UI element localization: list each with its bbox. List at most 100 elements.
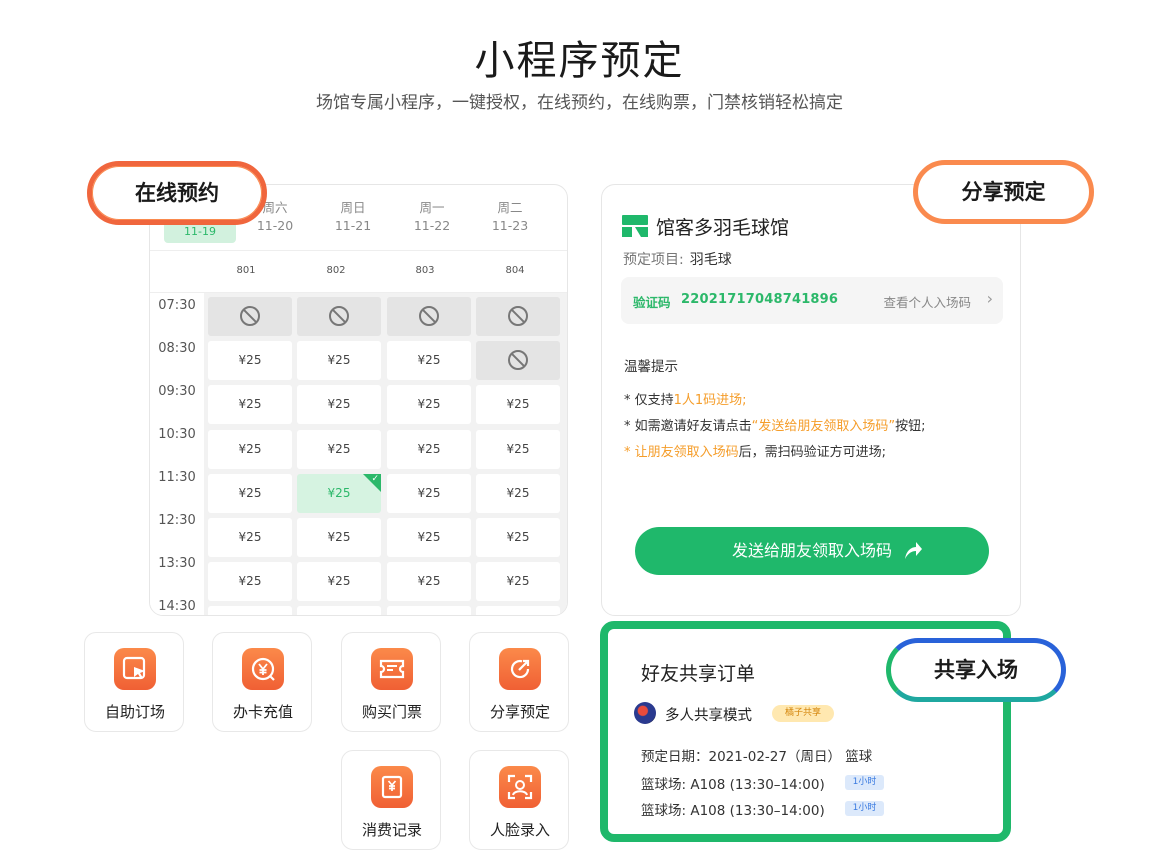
time-label: 10:30 [158, 427, 196, 442]
slot-price: ¥25 [506, 441, 530, 456]
slot-available[interactable]: ¥25 [208, 473, 292, 513]
ban-icon [507, 350, 529, 374]
slot-price: ¥25 [506, 530, 530, 544]
duration-badge: 1小时 [845, 775, 884, 790]
face-scan-icon [499, 766, 541, 808]
slot-price: ¥25 [238, 530, 262, 544]
buy-ticket-tile[interactable]: 购买门票 [341, 632, 441, 732]
slot-unavailable [387, 297, 471, 336]
slot-unavailable [208, 297, 292, 336]
view-entry-code-link[interactable]: 查看个人入场码 [883, 292, 971, 311]
slot-available[interactable]: ¥25 [297, 518, 381, 557]
slot-selected[interactable]: ¥25 ✓ [297, 473, 381, 513]
ban-icon [418, 306, 440, 330]
avatar [634, 702, 656, 724]
time-label: 12:30 [158, 513, 196, 528]
slot-available[interactable]: ¥25 [208, 341, 292, 381]
court-label: 802 [326, 265, 346, 276]
slot-available[interactable]: ¥25 [476, 385, 560, 425]
slot-price: ¥25 [238, 574, 262, 589]
slot-price: ¥25 [506, 574, 530, 589]
tip-item: * 如需邀请好友请点击“发送给朋友领取入场码”按钮; [624, 419, 926, 434]
tip-item: * 让朋友领取入场码后，需扫码验证方可进场; [624, 445, 887, 460]
time-label: 08:30 [158, 341, 196, 356]
project-info: 预定项目: 羽毛球 [623, 252, 732, 268]
slot-price: ¥25 [327, 353, 351, 368]
time-label: 07:30 [158, 298, 196, 313]
order-court-line: 篮球场: A108 (13:30–14:00) [641, 803, 825, 819]
venue-logo-icon [622, 215, 648, 237]
face-entry-tile[interactable]: 人脸录入 [469, 750, 569, 850]
day-tab[interactable]: 周日 11-21 [313, 199, 393, 235]
court-header: 801 802 803 804 [150, 251, 567, 293]
slot-available[interactable]: ¥25 [208, 429, 292, 469]
slot-price: ¥25 [417, 574, 441, 589]
slot-available[interactable]: ¥25 [476, 562, 560, 602]
slot-available[interactable]: ¥25 [297, 341, 381, 381]
slot-available[interactable]: ¥25 [387, 606, 471, 615]
slot-available[interactable]: ¥25 [387, 562, 471, 602]
self-booking-tile[interactable]: 自助订场 [84, 632, 184, 732]
slot-price: ¥25 [238, 353, 262, 368]
slot-available[interactable]: ¥25 [476, 606, 560, 615]
time-label: 09:30 [158, 384, 196, 399]
slot-price: ¥25 [506, 485, 530, 500]
slot-available[interactable]: ¥25 [476, 473, 560, 513]
slot-available[interactable]: ¥25 [297, 429, 381, 469]
tips-title: 温馨提示 [624, 359, 678, 375]
card-recharge-tile[interactable]: 办卡充值 [212, 632, 312, 732]
time-label: 11:30 [158, 470, 196, 485]
slot-unavailable [297, 297, 381, 336]
day-tab[interactable]: 周一 11-22 [392, 199, 472, 235]
slot-price: ¥25 [417, 397, 441, 412]
day-tab[interactable]: 周二 11-23 [470, 199, 550, 235]
code-label: 验证码 [633, 295, 671, 310]
time-label: 13:30 [158, 556, 196, 571]
share-mode-text: 多人共享模式 [665, 708, 752, 724]
slot-price: ¥25 [238, 441, 262, 456]
ban-icon [507, 306, 529, 330]
slot-price: ¥25 [238, 397, 262, 412]
slot-available[interactable]: ¥25 [297, 562, 381, 602]
court-label: 804 [505, 265, 525, 276]
venue-name: 馆客多羽毛球馆 [656, 217, 790, 239]
slot-available[interactable]: ¥25 [476, 429, 560, 469]
share-booking-tile[interactable]: 分享预定 [469, 632, 569, 732]
slot-available[interactable]: ¥25 [387, 385, 471, 425]
share-booking-card: 馆客多羽毛球馆 预定项目: 羽毛球 验证码 22021717048741896 查… [601, 184, 1021, 616]
share-icon [499, 648, 541, 690]
order-title: 好友共享订单 [641, 663, 756, 685]
slot-available[interactable]: ¥25 [208, 385, 292, 425]
slot-price: ¥25 [417, 441, 441, 456]
slot-available[interactable]: ¥25 [208, 518, 292, 557]
share-booking-label: 分享预定 [913, 160, 1094, 224]
slot-available[interactable]: ¥25 [387, 429, 471, 469]
send-to-friend-button[interactable]: 发送给朋友领取入场码 [635, 527, 989, 575]
slot-price: ¥25 [327, 574, 351, 589]
slot-price: ¥25 [327, 530, 351, 544]
booking-card: 11-19 周六 11-20 周日 11-21 周一 11-22 周二 11-23 80… [149, 184, 568, 616]
slot-price: ¥25 [327, 485, 351, 500]
ban-icon [328, 306, 350, 330]
slot-available[interactable]: ¥25 [297, 385, 381, 425]
verification-code-bar[interactable]: 验证码 22021717048741896 查看个人入场码 › [621, 277, 1003, 324]
slot-available[interactable]: ¥25 [387, 518, 471, 557]
slot-available[interactable]: ¥25 [476, 518, 560, 557]
consumption-record-tile[interactable]: 消费记录 [341, 750, 441, 850]
slot-available[interactable]: ¥25 [387, 473, 471, 513]
time-column: 07:30 08:30 09:30 10:30 11:30 12:30 13:30 14:30 [150, 293, 204, 615]
online-booking-label: 在线预约 [87, 161, 267, 225]
check-icon: ✓ [371, 473, 379, 484]
slot-price: ¥25 [417, 530, 441, 544]
slot-available[interactable]: ¥25 [387, 341, 471, 381]
slot-available[interactable]: ¥25 [208, 562, 292, 602]
page-subtitle: 场馆专属小程序，一键授权，在线预约，在线购票，门禁核销轻松搞定 [316, 93, 843, 113]
cursor-icon [114, 648, 156, 690]
court-label: 801 [236, 265, 256, 276]
court-label: 803 [415, 265, 435, 276]
ban-icon [239, 306, 261, 330]
slot-price: ¥25 [327, 397, 351, 412]
slot-available[interactable]: ¥25 [297, 606, 381, 615]
slot-available[interactable]: ¥25 [208, 606, 292, 615]
chevron-right-icon: › [986, 289, 993, 308]
